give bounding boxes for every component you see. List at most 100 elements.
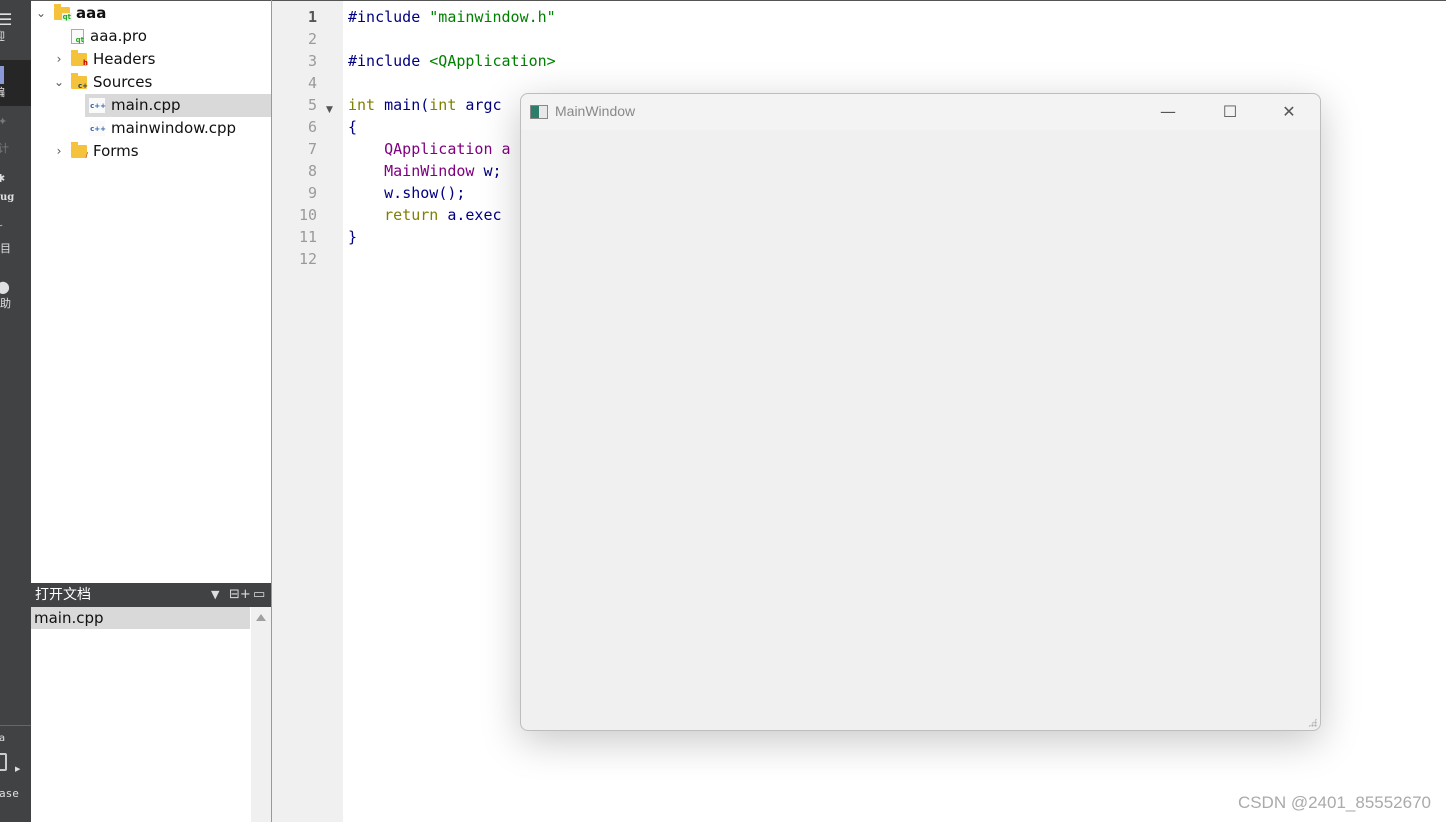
tree-label: Sources [93,73,153,91]
code-token: argc [465,96,502,114]
open-documents-header: 打开文档 ▼ ⊟+ ▭ [31,583,271,607]
tree-label: Forms [93,142,139,160]
window-icon [530,105,548,119]
code-token: int [348,96,385,114]
code-token: QApplication a [348,140,511,158]
line-number: 9 [307,184,317,202]
code-token: "mainwindow.h" [429,8,556,26]
open-documents-list: main.cpp [31,607,271,822]
mode-label: 计 [0,142,9,155]
tree-label: main.cpp [111,96,181,114]
mode-design[interactable]: ✦ [0,115,31,128]
tree-label: aaa [76,4,107,22]
resize-grip[interactable] [1308,718,1317,727]
minimize-button[interactable]: — [1148,100,1188,124]
tree-item-mainwindow-cpp[interactable]: c++ mainwindow.cpp [85,117,236,140]
maximize-button[interactable]: ☐ [1210,100,1250,124]
open-document-item[interactable]: main.cpp [31,607,250,629]
build-config[interactable]: ase [0,787,19,800]
mode-selector-bar: ☰迎 编 ✦ 计 ✱ug ◜目 ●助 a ▶ ase [0,0,31,822]
fold-arrow-icon[interactable]: ▼ [326,105,333,115]
code-token: (); [438,184,466,202]
mode-label: 助 [0,297,11,310]
code-token: return [348,206,448,224]
mode-label: ug [0,192,15,203]
code-token: main( [384,96,430,114]
project-tree: ⌄ qt aaa qt aaa.pro › h Headers ⌄ c+ Sources c+… [31,0,271,582]
code-token: } [348,228,358,246]
tree-label: aaa.pro [90,27,147,45]
close-button[interactable]: ✕ [1269,100,1309,124]
chevron-down-icon[interactable]: ⌄ [52,71,66,94]
forms-folder-icon: / [71,142,88,159]
qt-pro-file-icon: qt [71,29,84,44]
sources-folder-icon: c+ [71,73,88,90]
headers-folder-icon: h [71,50,88,67]
window-title-bar[interactable]: MainWindow — ☐ ✕ [521,94,1320,130]
code-token: #include [348,8,430,26]
chevron-down-icon[interactable]: ⌄ [34,2,48,25]
monitor-icon [0,753,7,771]
code-line: MainWindow w; [348,160,502,182]
line-number: 2 [307,30,317,48]
divider [0,725,31,726]
tree-item-pro[interactable]: qt aaa.pro [71,25,147,48]
code-line: { [348,116,357,138]
tree-item-main-cpp[interactable]: c++ main.cpp [85,94,271,117]
chevron-right-icon[interactable]: › [52,48,66,71]
tree-item-project[interactable]: ⌄ qt aaa [34,2,106,25]
code-line: w.show(); [348,182,465,204]
code-token: show [402,184,439,202]
dropdown-arrow-icon[interactable]: ▼ [211,583,219,607]
line-number: 7 [307,140,317,158]
qt-project-folder-icon: qt [54,4,72,21]
code-token: MainWindow [348,162,484,180]
close-pane-icon[interactable]: ▭ [253,583,265,607]
cpp-file-icon: c++ [89,98,106,113]
tree-label: Headers [93,50,156,68]
cpp-file-icon: c++ [89,121,106,136]
mode-label: 目 [0,242,11,255]
kit-selector[interactable]: a [0,733,5,744]
code-token: w. [348,184,403,202]
mode-design-2[interactable]: 计 [0,140,31,156]
tree-label: mainwindow.cpp [111,119,237,137]
code-line: return a.exec [348,204,502,226]
triangle-right-icon[interactable]: ▶ [15,765,20,773]
code-token: w; [483,162,502,180]
mode-label: 编 [0,86,5,99]
tree-item-sources[interactable]: ⌄ c+ Sources [52,71,152,94]
code-token: a.exec [447,206,502,224]
code-line: #include "mainwindow.h" [348,6,556,28]
window-title: MainWindow [555,103,636,119]
mode-edit[interactable]: 编 [0,60,31,106]
line-number: 6 [307,118,317,136]
tree-item-forms[interactable]: › / Forms [52,140,139,163]
line-number: 12 [298,250,317,268]
mode-debug[interactable]: ✱ ug [0,172,31,203]
code-token: #include [348,52,430,70]
code-line: int main(int argc [348,94,502,116]
scrollbar[interactable] [251,607,271,822]
line-number: 4 [307,74,317,92]
mode-label: 迎 [0,30,5,43]
code-token: <QApplication> [429,52,556,70]
mode-welcome[interactable]: ☰迎 [0,10,31,44]
code-token: int [429,96,466,114]
mode-projects[interactable]: ◜ 目 [0,222,31,256]
main-window-app[interactable]: MainWindow — ☐ ✕ [520,93,1321,731]
line-number: 10 [298,206,317,224]
line-number: 11 [298,228,317,246]
line-number: 5 [307,96,317,114]
code-line: } [348,226,357,248]
line-number-gutter: 1 2 3 4 5 6 7 8 9 10 11 12 ▼ [272,0,343,822]
code-line: QApplication a [348,138,511,160]
mode-help[interactable]: ● 助 [0,277,31,311]
line-number: 8 [307,162,317,180]
tree-item-headers[interactable]: › h Headers [52,48,155,71]
chevron-right-icon[interactable]: › [52,140,66,163]
line-number: 1 [307,8,317,26]
watermark: CSDN @2401_85552670 [1237,793,1431,812]
code-line: #include <QApplication> [348,50,556,72]
split-icon[interactable]: ⊟+ [229,583,251,607]
